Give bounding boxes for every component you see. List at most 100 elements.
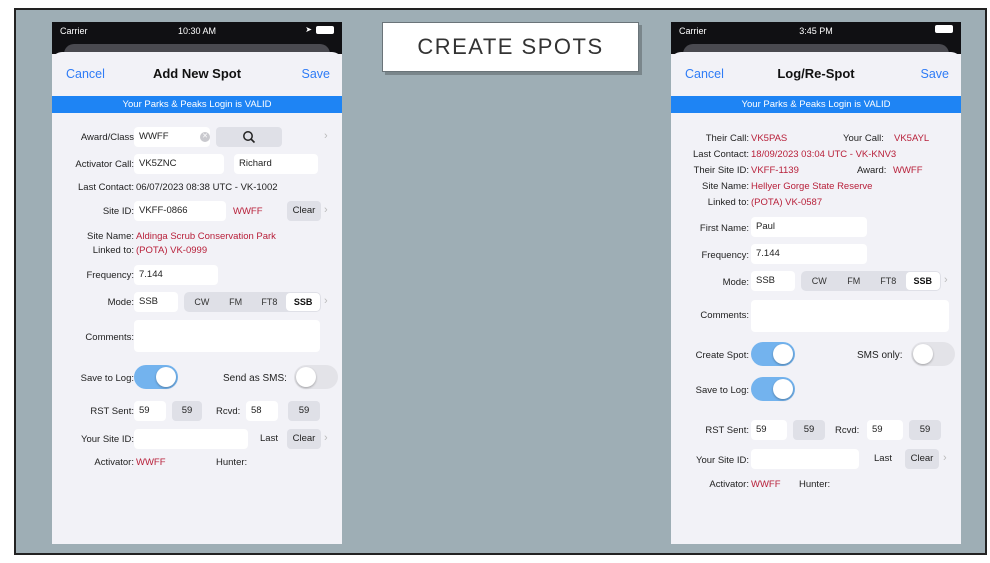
mode-label: Mode: xyxy=(722,277,749,288)
rcvd-field[interactable]: 58 xyxy=(246,401,278,421)
create-spot-label: Create Spot: xyxy=(695,350,749,361)
battery-icon xyxy=(935,25,953,33)
rst-sent-59-button[interactable]: 59 xyxy=(172,401,202,421)
clear-your-site-button[interactable]: Clear xyxy=(905,449,939,469)
award-value: WWFF xyxy=(893,165,923,176)
mode-option-fm[interactable]: FM xyxy=(219,293,253,311)
your-call-label: Your Call: xyxy=(843,133,884,144)
first-name-label: First Name: xyxy=(699,223,749,234)
mode-segmented-control: CW FM FT8 SSB xyxy=(184,292,321,312)
nav-bar: Cancel Add New Spot Save xyxy=(52,52,342,94)
activator-call-field[interactable]: VK5ZNC xyxy=(134,154,224,174)
chevron-right-icon[interactable]: › xyxy=(324,204,328,216)
sms-only-label: SMS only: xyxy=(857,350,903,361)
save-to-log-toggle[interactable] xyxy=(134,365,178,389)
activator-label: Activator: xyxy=(94,457,134,468)
mode-field[interactable]: SSB xyxy=(134,292,178,312)
nav-bar: Cancel Log/Re-Spot Save xyxy=(671,52,961,94)
last-button[interactable]: Last xyxy=(254,429,284,449)
first-name-field[interactable]: Paul xyxy=(751,217,867,237)
site-name-value: Hellyer Gorge State Reserve xyxy=(751,181,873,192)
site-name-label: Site Name: xyxy=(702,181,749,192)
rcvd-59-button[interactable]: 59 xyxy=(288,401,320,421)
frequency-label: Frequency: xyxy=(701,250,749,261)
activator-value: WWFF xyxy=(751,479,781,490)
award-class-label: Award/Class xyxy=(80,132,134,143)
location-icon: ➤ xyxy=(305,25,312,34)
their-site-id-value: VKFF-1139 xyxy=(751,165,799,176)
chevron-right-icon[interactable]: › xyxy=(324,432,328,444)
add-new-spot-screen: Carrier 10:30 AM ➤ Cancel Add New Spot S… xyxy=(52,22,342,544)
last-button[interactable]: Last xyxy=(867,449,899,469)
mode-option-fm[interactable]: FM xyxy=(837,272,872,290)
last-contact-label: Last Contact: xyxy=(78,182,134,193)
hunter-label: Hunter: xyxy=(799,479,831,490)
send-sms-toggle[interactable] xyxy=(294,365,338,389)
your-site-id-field[interactable] xyxy=(134,429,248,449)
page-title: Add New Spot xyxy=(152,66,242,81)
slide-title-box: CREATE SPOTS xyxy=(382,22,639,72)
linked-to-label: Linked to: xyxy=(707,197,749,208)
site-name-label: Site Name: xyxy=(87,231,134,242)
save-to-log-toggle[interactable] xyxy=(751,377,795,401)
page-title: Log/Re-Spot xyxy=(777,66,855,81)
sms-only-toggle[interactable] xyxy=(911,342,955,366)
rst-sent-label: RST Sent: xyxy=(705,425,749,436)
clear-field-icon[interactable]: ✕ xyxy=(200,132,210,142)
mode-option-cw[interactable]: CW xyxy=(185,293,219,311)
last-contact-label: Last Contact: xyxy=(693,149,749,160)
frequency-field[interactable]: 7.144 xyxy=(751,244,867,264)
clear-your-site-button[interactable]: Clear xyxy=(287,429,321,449)
rcvd-label: Rcvd: xyxy=(835,425,860,436)
mode-label: Mode: xyxy=(107,297,134,308)
mode-field[interactable]: SSB xyxy=(751,271,795,291)
battery-icon xyxy=(316,25,334,34)
clock: 3:45 PM xyxy=(799,26,833,36)
comments-label: Comments: xyxy=(700,310,749,321)
frequency-label: Frequency: xyxy=(86,270,134,281)
activator-name-field[interactable]: Richard xyxy=(234,154,318,174)
their-call-label: Their Call: xyxy=(705,133,749,144)
mode-option-ssb[interactable]: SSB xyxy=(905,272,940,290)
last-contact-value: 06/07/2023 08:38 UTC - VK-1002 xyxy=(136,182,278,193)
frequency-field[interactable]: 7.144 xyxy=(134,265,218,285)
activator-call-label: Activator Call: xyxy=(75,159,134,170)
mode-option-ft8[interactable]: FT8 xyxy=(871,272,906,290)
your-site-id-label: Your Site ID: xyxy=(81,434,134,445)
comments-field[interactable] xyxy=(751,300,949,332)
last-contact-value: 18/09/2023 03:04 UTC - VK-KNV3 xyxy=(751,149,897,160)
modal-sheet: Cancel Add New Spot Save Your Parks & Pe… xyxy=(52,52,342,544)
award-class-field[interactable]: WWFF xyxy=(134,127,210,147)
search-button[interactable] xyxy=(216,127,282,147)
your-site-id-field[interactable] xyxy=(751,449,859,469)
chevron-right-icon[interactable]: › xyxy=(943,452,947,464)
clear-site-button[interactable]: Clear xyxy=(287,201,321,221)
login-status-banner: Your Parks & Peaks Login is VALID xyxy=(52,96,342,113)
login-status-banner: Your Parks & Peaks Login is VALID xyxy=(671,96,961,113)
chevron-right-icon[interactable]: › xyxy=(324,295,328,307)
rst-sent-label: RST Sent: xyxy=(90,406,134,417)
mode-option-ft8[interactable]: FT8 xyxy=(253,293,287,311)
rcvd-59-button[interactable]: 59 xyxy=(909,420,941,440)
send-sms-label: Send as SMS: xyxy=(223,373,287,384)
mode-option-cw[interactable]: CW xyxy=(802,272,837,290)
save-button[interactable]: Save xyxy=(921,67,950,81)
their-call-value: VK5PAS xyxy=(751,133,788,144)
comments-label: Comments: xyxy=(85,332,134,343)
comments-field[interactable] xyxy=(134,320,320,352)
mode-option-ssb[interactable]: SSB xyxy=(286,293,320,311)
chevron-right-icon[interactable]: › xyxy=(944,274,948,286)
your-site-id-label: Your Site ID: xyxy=(696,455,749,466)
your-call-value: VK5AYL xyxy=(894,133,930,144)
chevron-right-icon[interactable]: › xyxy=(324,130,328,142)
site-id-field[interactable]: VKFF-0866 xyxy=(134,201,226,221)
rst-sent-field[interactable]: 59 xyxy=(751,420,787,440)
rcvd-field[interactable]: 59 xyxy=(867,420,903,440)
rst-sent-59-button[interactable]: 59 xyxy=(793,420,825,440)
site-name-value: Aldinga Scrub Conservation Park xyxy=(136,231,276,242)
save-button[interactable]: Save xyxy=(302,67,331,81)
rst-sent-field[interactable]: 59 xyxy=(134,401,166,421)
activator-label: Activator: xyxy=(709,479,749,490)
mode-segmented-control: CW FM FT8 SSB xyxy=(801,271,941,291)
create-spot-toggle[interactable] xyxy=(751,342,795,366)
